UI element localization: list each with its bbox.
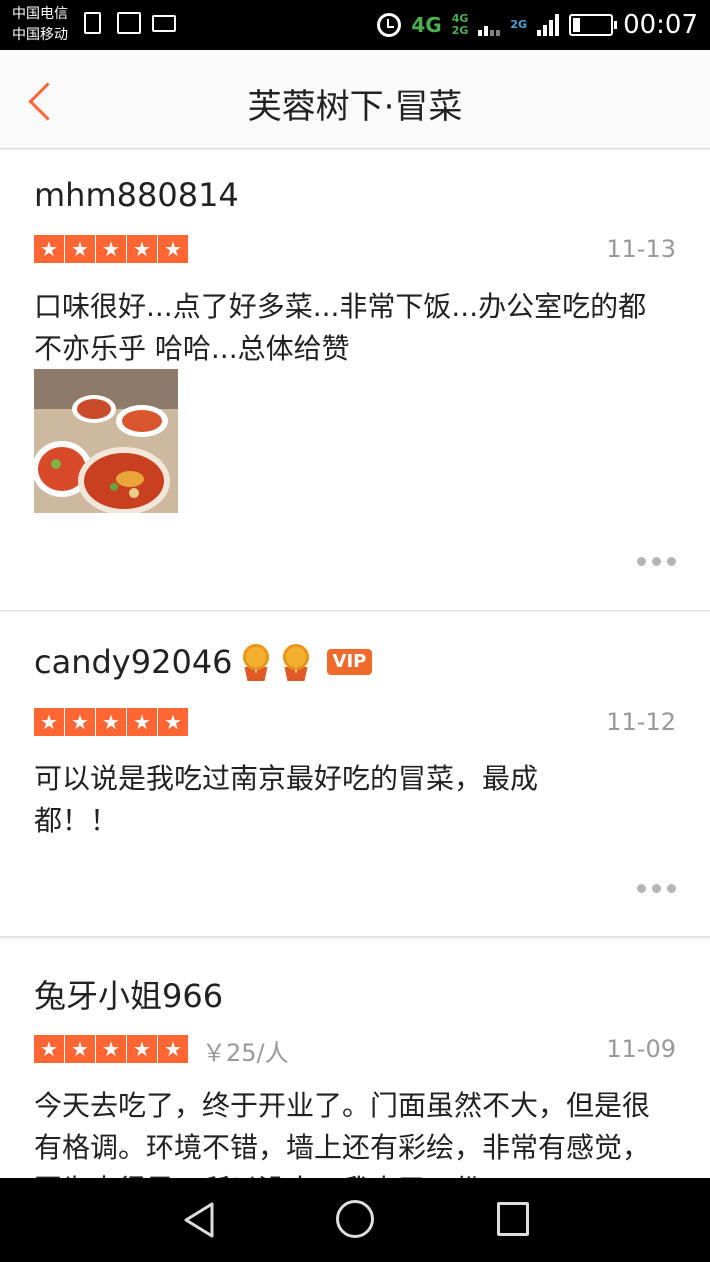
star-icon: ★	[96, 708, 126, 736]
reviewer-name-text[interactable]: 兔牙小姐966	[34, 971, 223, 1017]
star-icon: ★	[158, 1035, 188, 1063]
star-icon: ★	[65, 708, 95, 736]
battery-fill	[573, 18, 581, 32]
alarm-icon	[377, 13, 402, 37]
dual-sim-labels: 4G 2G	[452, 13, 469, 37]
battery-icon	[569, 14, 618, 36]
nav-back-icon[interactable]	[180, 1200, 220, 1240]
star-icon: ★	[96, 1035, 126, 1063]
system-nav-bar	[0, 1178, 710, 1262]
network-4g: 4G	[411, 13, 442, 37]
nav-recents-icon[interactable]	[497, 1202, 529, 1236]
carrier-1: 中国电信	[12, 6, 68, 22]
carrier-labels: 中国电信 中国移动	[12, 4, 68, 46]
star-icon: ★	[127, 708, 157, 736]
star-icon: ★	[158, 708, 188, 736]
star-icon: ★	[34, 235, 64, 263]
review-text[interactable]: 今天去吃了，终于开业了。门面虽然不大，但是很有格调。环境不错，墙上还有彩绘，非常…	[34, 1085, 664, 1178]
rating-stars: ★ ★ ★ ★ ★	[34, 1035, 188, 1063]
sim3-label: 2G	[510, 18, 528, 31]
review-list[interactable]: mhm880814 ★ ★ ★ ★ ★ 11-13 口味很好...点了好多菜..…	[0, 150, 710, 1178]
image-icon	[117, 12, 141, 34]
rating-stars: ★ ★ ★ ★ ★	[34, 235, 188, 263]
review-photo[interactable]	[34, 369, 178, 513]
status-bar: 中国电信 中国移动 4G 4G 2G 2G 00:07	[0, 0, 710, 50]
star-icon: ★	[34, 1035, 64, 1063]
carrier-2: 中国移动	[12, 27, 68, 43]
review-text[interactable]: 可以说是我吃过南京最好吃的冒菜，最成都！！	[34, 758, 594, 842]
keyboard-icon	[152, 15, 176, 32]
app-header: 芙蓉树下·冒菜	[0, 50, 710, 149]
review-item: candy92046 VIP ★ ★ ★ ★ ★ 11-12 可以说是我吃过南京…	[0, 612, 710, 937]
more-dots-icon[interactable]	[637, 557, 676, 566]
signal-icon-1	[478, 14, 501, 36]
review-item: 兔牙小姐966 ★ ★ ★ ★ ★ ￥25/人 11-09 今天去吃了，终于开业…	[0, 939, 710, 1178]
star-icon: ★	[65, 235, 95, 263]
review-date: 11-13	[606, 235, 676, 263]
star-icon: ★	[127, 1035, 157, 1063]
star-icon: ★	[127, 235, 157, 263]
reviewer-name[interactable]: mhm880814	[34, 176, 239, 214]
price-per-person: ￥25/人	[202, 1039, 289, 1067]
review-date: 11-09	[606, 1035, 676, 1063]
reviewer-name-text[interactable]: candy92046	[34, 643, 233, 681]
review-date: 11-12	[606, 708, 676, 736]
nav-home-icon[interactable]	[336, 1200, 374, 1238]
star-icon: ★	[34, 708, 64, 736]
review-item: mhm880814 ★ ★ ★ ★ ★ 11-13 口味很好...点了好多菜..…	[0, 150, 710, 611]
page-title: 芙蓉树下·冒菜	[247, 87, 463, 127]
clock: 00:07	[623, 10, 698, 40]
food-photo-image	[34, 369, 178, 513]
more-dots-icon[interactable]	[637, 884, 676, 893]
star-icon: ★	[96, 235, 126, 263]
star-icon: ★	[158, 235, 188, 263]
sim2-label: 2G	[451, 24, 469, 37]
reviewer-name[interactable]: candy92046 VIP	[34, 642, 373, 682]
medal-icon	[279, 642, 313, 682]
medal-icon	[239, 642, 273, 682]
reviewer-name-text[interactable]: mhm880814	[34, 176, 239, 214]
star-icon: ★	[65, 1035, 95, 1063]
signal-icon-2	[537, 14, 560, 36]
rating-stars: ★ ★ ★ ★ ★	[34, 708, 188, 736]
upload-icon	[84, 12, 101, 34]
reviewer-name[interactable]: 兔牙小姐966	[34, 971, 223, 1017]
vip-badge: VIP	[326, 649, 373, 675]
review-text[interactable]: 口味很好...点了好多菜...非常下饭...办公室吃的都不亦乐乎 哈哈...总体…	[34, 286, 674, 370]
